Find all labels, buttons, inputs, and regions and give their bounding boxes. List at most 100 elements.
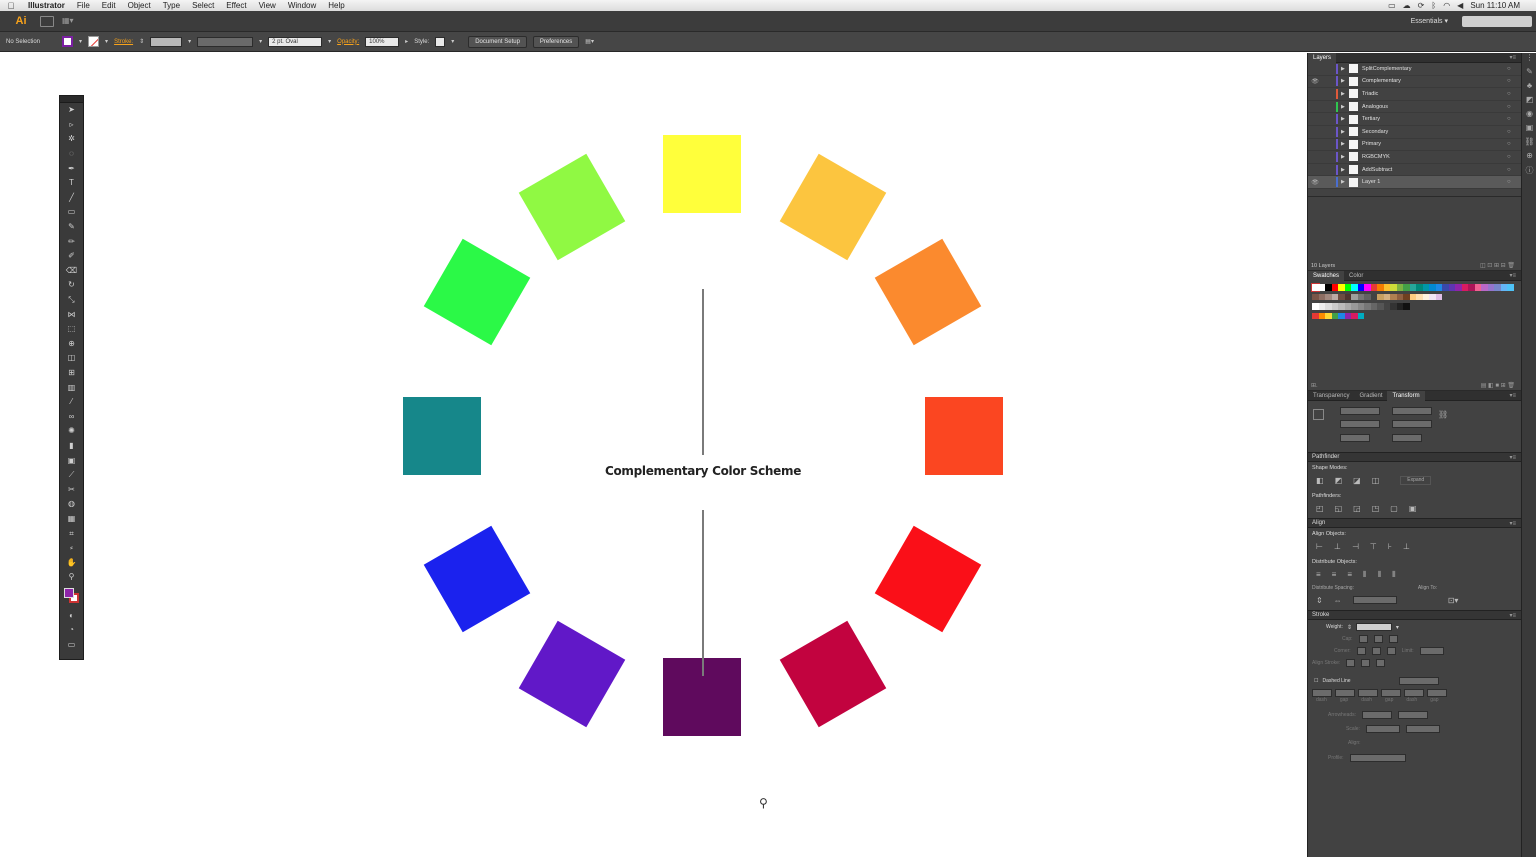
pen-tool-icon[interactable]: ✒ bbox=[60, 161, 83, 176]
layer-target-icon[interactable]: ○ bbox=[1507, 66, 1521, 72]
color-square-red[interactable] bbox=[874, 525, 982, 633]
expand-triangle-icon[interactable]: ▶ bbox=[1341, 167, 1349, 173]
opacity-panel-link[interactable]: Opacity: bbox=[337, 39, 359, 45]
trim-icon[interactable]: ◱ bbox=[1335, 504, 1343, 513]
info-icon[interactable]: ⓘ bbox=[1522, 165, 1536, 179]
tab-color[interactable]: Color bbox=[1344, 273, 1368, 279]
dash-field-3[interactable] bbox=[1404, 689, 1424, 697]
dash-field-2[interactable] bbox=[1358, 689, 1378, 697]
layer-row[interactable]: ▶ Analogous ○ bbox=[1308, 101, 1521, 114]
slice-tool-icon[interactable]: ⟋ bbox=[60, 468, 83, 483]
selection-tool-icon[interactable]: ➤ bbox=[60, 103, 83, 118]
symbols-icon[interactable]: ♣ bbox=[1522, 81, 1536, 95]
layer-row[interactable]: ▶ Primary ○ bbox=[1308, 139, 1521, 152]
bevel-join-icon[interactable] bbox=[1386, 647, 1396, 655]
menu-window[interactable]: Window bbox=[282, 1, 322, 10]
round-cap-icon[interactable] bbox=[1373, 635, 1383, 643]
stroke-menu-icon[interactable]: ▾≡ bbox=[1509, 612, 1521, 619]
expand-triangle-icon[interactable]: ▶ bbox=[1341, 78, 1349, 84]
menu-object[interactable]: Object bbox=[122, 1, 157, 10]
menu-select[interactable]: Select bbox=[186, 1, 220, 10]
column-graph-tool-icon[interactable]: ▮ bbox=[60, 439, 83, 454]
menu-type[interactable]: Type bbox=[157, 1, 186, 10]
shear-angle-field[interactable] bbox=[1392, 434, 1422, 442]
symbol-sprayer-tool-icon[interactable]: ✺ bbox=[60, 424, 83, 439]
variable-width-profile[interactable] bbox=[197, 36, 254, 47]
magic-wand-tool-icon[interactable]: ✲ bbox=[60, 132, 83, 147]
complementary-line-bottom[interactable] bbox=[702, 510, 704, 676]
expand-triangle-icon[interactable]: ▶ bbox=[1341, 179, 1349, 185]
graphic-styles-icon[interactable]: ◩ bbox=[1522, 95, 1536, 109]
display-icon[interactable]: ▭ bbox=[1388, 1, 1396, 10]
scissors-tool-icon[interactable]: ✂ bbox=[60, 482, 83, 497]
brush-dropdown-icon[interactable]: ▾ bbox=[328, 38, 331, 45]
preferences-button[interactable]: Preferences bbox=[532, 35, 580, 48]
expand-triangle-icon[interactable]: ▶ bbox=[1341, 104, 1349, 110]
dist-right-icon[interactable]: ⦀ bbox=[1392, 570, 1396, 580]
table-grid-tool-icon[interactable]: ▦ bbox=[60, 512, 83, 527]
align-right-icon[interactable]: ⊣ bbox=[1352, 542, 1359, 551]
layer-row[interactable]: ▶ Secondary ○ bbox=[1308, 126, 1521, 139]
color-square-orange[interactable] bbox=[874, 238, 982, 346]
stroke-weight-dropdown-icon[interactable]: ▾ bbox=[188, 38, 191, 45]
profile-dropdown-icon[interactable]: ▾ bbox=[259, 38, 262, 45]
stroke-panel-link[interactable]: Stroke: bbox=[114, 39, 133, 45]
menu-effect[interactable]: Effect bbox=[220, 1, 252, 10]
layer-name[interactable]: SplitComplementary bbox=[1362, 66, 1507, 72]
color-square-yellow-green[interactable] bbox=[518, 153, 626, 261]
drawing-mode-icon[interactable]: ◔ bbox=[60, 623, 83, 638]
dist-space-v-icon[interactable]: ⇕ bbox=[1316, 596, 1323, 605]
miter-join-icon[interactable] bbox=[1356, 647, 1366, 655]
align-bottom-icon[interactable]: ⊥ bbox=[1403, 542, 1410, 551]
fill-color-swatch[interactable] bbox=[62, 36, 74, 47]
layer-name[interactable]: Secondary bbox=[1362, 129, 1507, 135]
crop-icon[interactable]: ◳ bbox=[1372, 504, 1380, 513]
tab-layers[interactable]: Layers bbox=[1308, 52, 1337, 63]
expand-button[interactable]: Expand bbox=[1400, 476, 1432, 485]
eraser-tool-icon[interactable]: ⌫ bbox=[60, 264, 83, 279]
color-swatch[interactable] bbox=[1403, 303, 1410, 310]
transform-h-field[interactable] bbox=[1392, 420, 1432, 428]
dist-space-h-icon[interactable]: ⇔ bbox=[1334, 596, 1342, 605]
blob-brush-tool-icon[interactable]: ✐ bbox=[60, 249, 83, 264]
artboards-icon[interactable]: ▣ bbox=[1522, 123, 1536, 137]
layer-target-icon[interactable]: ○ bbox=[1507, 91, 1521, 97]
stroke-weight-field[interactable] bbox=[150, 36, 183, 47]
screen-mode-icon[interactable]: ▭ bbox=[60, 638, 83, 653]
arrow-scale-end-field[interactable] bbox=[1405, 725, 1440, 733]
opacity-field[interactable]: 100% bbox=[365, 36, 400, 47]
menu-help[interactable]: Help bbox=[322, 1, 350, 10]
profile-dropdown[interactable] bbox=[1349, 754, 1406, 762]
cloud-icon[interactable]: ☁ bbox=[1403, 1, 1411, 10]
pathfinder-menu-icon[interactable]: ▾≡ bbox=[1509, 454, 1521, 461]
sync-icon[interactable]: ⟳ bbox=[1418, 1, 1425, 10]
layer-target-icon[interactable]: ○ bbox=[1507, 104, 1521, 110]
shape-builder-tool-icon[interactable]: ⊕ bbox=[60, 337, 83, 352]
divide-icon[interactable]: ◰ bbox=[1316, 504, 1324, 513]
layer-row[interactable]: ▶ Tertiary ○ bbox=[1308, 113, 1521, 126]
layer-row[interactable]: ▶ AddSubtract ○ bbox=[1308, 164, 1521, 177]
layer-target-icon[interactable]: ○ bbox=[1507, 141, 1521, 147]
layer-target-icon[interactable]: ○ bbox=[1507, 179, 1521, 185]
reference-point-icon[interactable] bbox=[1313, 409, 1324, 420]
color-mode-icon[interactable]: ◐ bbox=[60, 609, 83, 624]
crop-area-tool-icon[interactable]: ⌗ bbox=[60, 526, 83, 541]
width-tool-icon[interactable]: ⋈ bbox=[60, 307, 83, 322]
dash-align-options[interactable] bbox=[1398, 677, 1439, 685]
menu-view[interactable]: View bbox=[253, 1, 282, 10]
unite-icon[interactable]: ◧ bbox=[1316, 476, 1324, 485]
transform-x-field[interactable] bbox=[1340, 407, 1380, 415]
rotate-tool-icon[interactable]: ↻ bbox=[60, 278, 83, 293]
opacity-dropdown-icon[interactable]: ▸ bbox=[405, 38, 408, 45]
align-menu-icon[interactable]: ▾≡ bbox=[1509, 520, 1521, 527]
align-to-dropdown[interactable]: ⊡▾ bbox=[1448, 596, 1459, 605]
blend-tool-icon[interactable]: ∞ bbox=[60, 409, 83, 424]
dashed-line-checkbox[interactable]: ☐ bbox=[1314, 678, 1318, 684]
expand-triangle-icon[interactable]: ▶ bbox=[1341, 91, 1349, 97]
tab-transform[interactable]: Transform bbox=[1387, 390, 1425, 401]
style-dropdown-icon[interactable]: ▾ bbox=[451, 38, 454, 45]
align-stroke-center-icon[interactable] bbox=[1346, 659, 1356, 667]
stroke-dropdown-icon[interactable]: ▾ bbox=[105, 38, 108, 45]
layer-name[interactable]: Triadic bbox=[1362, 91, 1507, 97]
dist-vcenter-icon[interactable]: ≡ bbox=[1332, 570, 1337, 580]
